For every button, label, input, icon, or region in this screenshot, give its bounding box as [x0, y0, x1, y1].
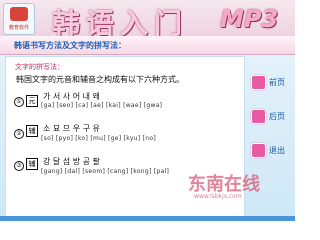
exit-icon	[251, 143, 266, 158]
row-box: 辅	[26, 158, 38, 170]
section-banner: 韩语书写方法及文字的拼写法：	[0, 36, 295, 55]
prev-page-button[interactable]: 前页	[251, 74, 291, 90]
row-romanization: [ga] [seo] [ca] [ae] [kai] [wae] [gwa]	[41, 102, 163, 109]
watermark-url: www.lsbkjs.com	[194, 193, 242, 200]
prev-page-icon	[251, 75, 266, 90]
row-number: ②	[14, 129, 24, 139]
row-romanization: [so] [pyo] [ko] [mu] [ge] [kyu] [no]	[41, 135, 157, 142]
lesson-intro: 韩国文字的元音和辅音之构成有以下六种方式。	[16, 75, 184, 84]
logo-label: 教育软件	[8, 25, 29, 31]
exit-label: 退出	[269, 146, 285, 155]
row-letters: 가 서 사 어 내 왜	[43, 92, 100, 101]
row-box: 元	[26, 95, 38, 107]
app-window: 教育软件 韩语入门 MP3 韩语书写方法及文字的拼写法： 文字的拼写法： 韩国文…	[0, 0, 295, 221]
next-page-icon	[251, 109, 266, 124]
app-logo: 教育软件	[3, 3, 35, 35]
next-page-button[interactable]: 后页	[251, 108, 291, 124]
prev-page-label: 前页	[269, 78, 285, 87]
lesson-subheading: 文字的拼写法：	[15, 63, 64, 71]
bottom-strip	[0, 216, 295, 221]
row-number: ①	[14, 97, 24, 107]
row-number: ③	[14, 161, 24, 171]
app-title-suffix: MP3	[220, 5, 279, 33]
app-header: 教育软件 韩语入门 MP3	[0, 0, 295, 40]
exit-button[interactable]: 退出	[251, 142, 291, 158]
row-letters: 소 묘 므 우 구 유	[43, 124, 100, 133]
row-romanization: [gang] [dal] [seom] [cang] [kong] [pal]	[41, 168, 170, 175]
next-page-label: 后页	[269, 112, 285, 121]
logo-icon	[10, 7, 28, 21]
row-letters: 강 달 섬 방 공 팔	[43, 157, 100, 166]
banner-title: 韩语书写方法及文字的拼写法：	[14, 41, 126, 50]
row-box: 辅	[26, 125, 38, 137]
